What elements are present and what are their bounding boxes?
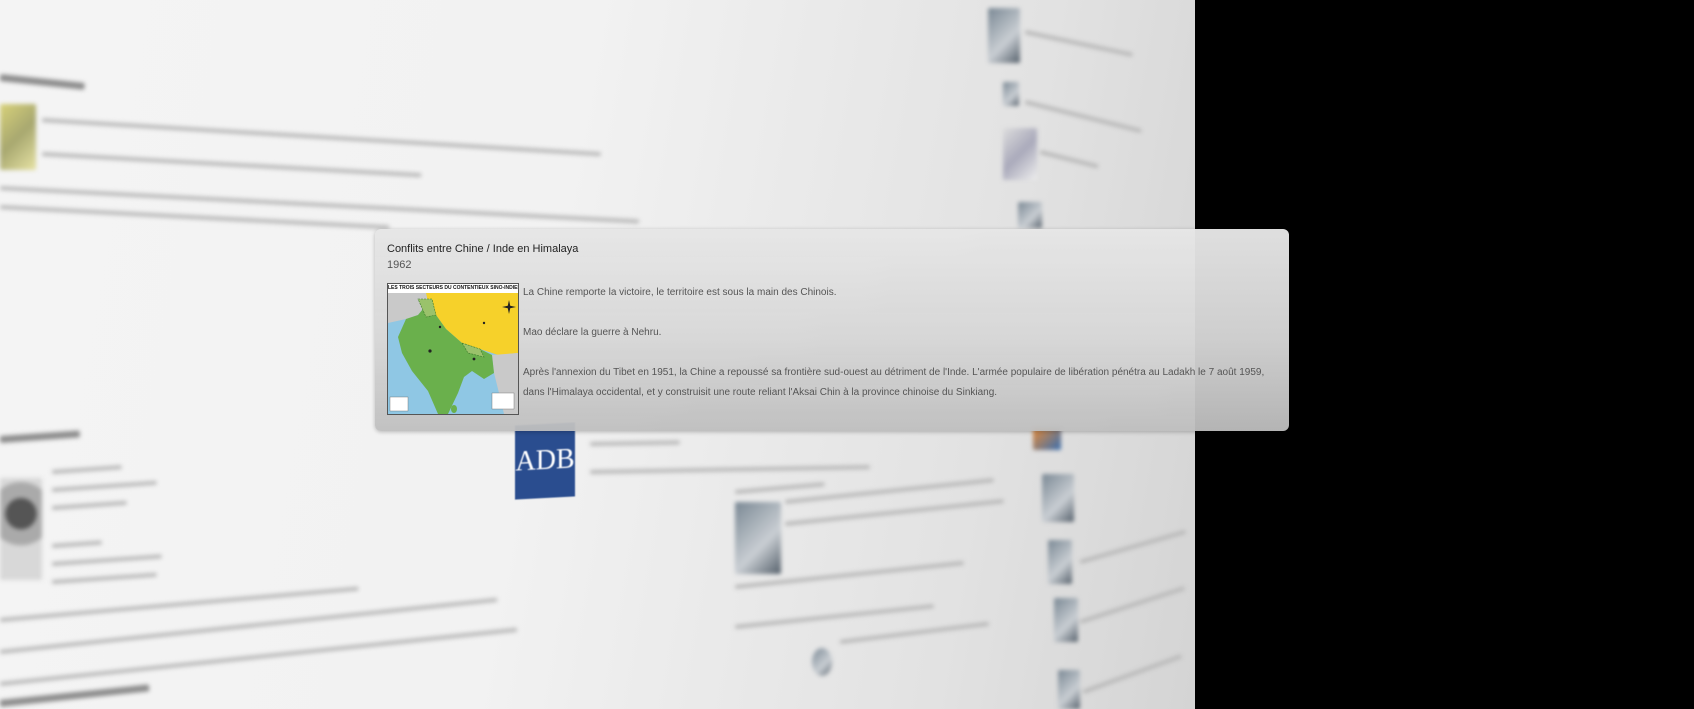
bg-text-line (0, 586, 359, 622)
bg-thumbnail (0, 478, 42, 580)
bg-text-line (1024, 30, 1134, 57)
bg-text-line (734, 482, 825, 494)
bg-thumbnail (735, 502, 781, 574)
bg-thumbnail (1003, 82, 1019, 106)
bg-thumbnail (812, 648, 832, 676)
bg-text-line (589, 440, 681, 446)
event-detail-popup[interactable]: Conflits entre Chine / Inde en Himalaya … (375, 229, 1289, 431)
bg-text-line (41, 152, 422, 178)
bg-thumbnail (1042, 474, 1074, 522)
bg-text-line (51, 554, 162, 566)
bg-text-line (839, 621, 990, 644)
event-paragraph: Après l'annexion du Tibet en 1951, la Ch… (523, 367, 1265, 398)
bg-text-line (1079, 529, 1187, 564)
event-paragraph: La Chine remporte la victoire, le territ… (523, 287, 837, 298)
bg-text-line (1039, 150, 1099, 169)
bg-text-line (589, 465, 870, 474)
bg-text-line (41, 118, 602, 157)
bg-text-line (0, 186, 640, 224)
bg-text-line (51, 480, 157, 492)
adb-logo: ADB (515, 422, 575, 500)
bg-thumbnail (1054, 598, 1078, 642)
bg-heading (0, 430, 81, 443)
bg-heading (0, 74, 85, 90)
bg-text-line (51, 500, 127, 510)
bg-thumbnail (1003, 128, 1037, 180)
bg-text-line (51, 465, 122, 474)
event-description: La Chine remporte la victoire, le territ… (523, 283, 1275, 403)
bg-thumbnail (988, 8, 1020, 63)
bg-text-line (1079, 586, 1186, 624)
bg-text-line (784, 499, 1005, 526)
bg-thumbnail (1058, 670, 1080, 709)
bg-text-line (734, 604, 935, 629)
bg-text-line (1082, 654, 1183, 694)
bg-thumbnail (1033, 428, 1061, 450)
bg-text-line (1024, 100, 1142, 133)
bg-thumbnail (0, 104, 36, 170)
event-title: Conflits entre Chine / Inde en Himalaya (387, 243, 579, 255)
bg-text-line (0, 627, 518, 686)
event-year: 1962 (387, 259, 412, 271)
india-china-map-graphic (388, 293, 518, 414)
bg-thumbnail (1018, 202, 1042, 228)
bg-text-line (51, 572, 157, 584)
bg-text-line (0, 597, 498, 654)
bg-heading (0, 684, 150, 707)
bg-thumbnail (1048, 540, 1072, 584)
bg-text-line (0, 205, 390, 230)
bg-text-line (51, 540, 103, 548)
event-map-image: LES TROIS SECTEURS DU CONTENTIEUX SINO-I… (387, 283, 519, 415)
event-paragraph: Mao déclare la guerre à Nehru. (523, 327, 662, 338)
